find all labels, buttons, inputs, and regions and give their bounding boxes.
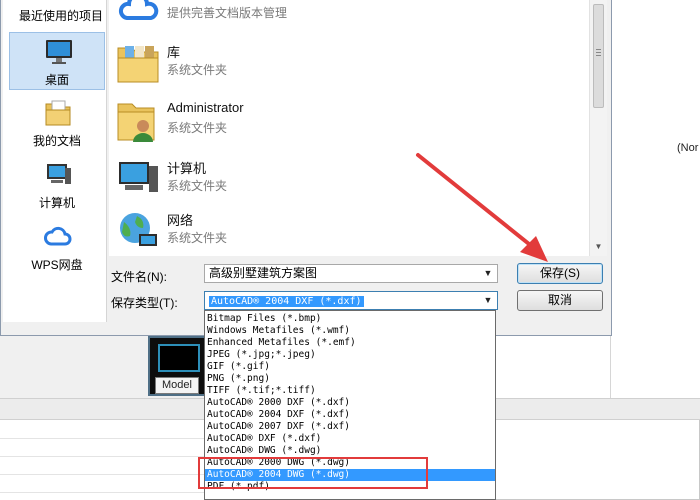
sidebar-item-documents[interactable]: 我的文档: [9, 94, 105, 152]
user-folder-icon: [115, 98, 161, 144]
highlight-box: [198, 457, 428, 489]
dropdown-option[interactable]: Enhanced Metafiles (*.emf): [205, 337, 495, 349]
command-area: [0, 420, 205, 500]
sidebar-item-wps-drive[interactable]: WPS网盘: [9, 218, 105, 276]
chevron-down-icon[interactable]: ▼: [481, 265, 495, 282]
cloud-sync-icon: [117, 0, 163, 23]
file-name: Administrator: [167, 100, 244, 115]
dropdown-option[interactable]: TIFF (*.tif;*.tiff): [205, 385, 495, 397]
sidebar-item-recent[interactable]: 最近使用的项目: [19, 7, 103, 24]
list-item[interactable]: 网络 系统文件夹: [109, 204, 589, 262]
list-item[interactable]: 计算机 系统文件夹: [109, 152, 589, 210]
sidebar-item-desktop[interactable]: 桌面: [9, 32, 105, 90]
dropdown-option[interactable]: Bitmap Files (*.bmp): [205, 313, 495, 325]
computer-icon: [115, 156, 161, 202]
desktop-icon: [44, 37, 74, 67]
dropdown-option[interactable]: PNG (*.png): [205, 373, 495, 385]
documents-icon: [43, 98, 73, 128]
dropdown-option[interactable]: AutoCAD® DWG (*.dwg): [205, 445, 495, 457]
sidebar-item-label: 桌面: [44, 73, 69, 87]
file-type: 系统文件夹: [167, 179, 228, 193]
library-folder-icon: [115, 40, 161, 86]
dropdown-option[interactable]: GIF (*.gif): [205, 361, 495, 373]
sidebar-item-label: WPS网盘: [31, 258, 83, 272]
dropdown-option[interactable]: JPEG (*.jpg;*.jpeg): [205, 349, 495, 361]
model-tab[interactable]: Model: [155, 377, 199, 394]
network-globe-icon: [115, 208, 161, 254]
filename-value: 高级别墅建筑方案图: [209, 266, 318, 280]
dropdown-option[interactable]: AutoCAD® DXF (*.dxf): [205, 433, 495, 445]
filetype-value: AutoCAD® 2004 DXF (*.dxf): [209, 296, 364, 307]
filetype-label: 保存类型(T):: [111, 296, 178, 310]
file-list-scrollbar[interactable]: ▼: [589, 0, 607, 256]
scrollbar-thumb[interactable]: [593, 4, 604, 108]
list-item[interactable]: 库 系统文件夹: [109, 36, 589, 94]
version-management-hint: 提供完善文档版本管理: [167, 6, 288, 20]
sidebar-item-computer[interactable]: 计算机: [9, 156, 105, 214]
file-type: 系统文件夹: [167, 63, 228, 77]
list-item[interactable]: Administrator 系统文件夹: [109, 94, 589, 152]
viewport-frame: [158, 344, 200, 372]
file-list[interactable]: 提供完善文档版本管理 库 系统文件夹 Administrator 系统文件夹 计…: [109, 0, 589, 256]
sidebar-item-label: 我的文档: [32, 134, 81, 148]
panel-partial-text: (Nor: [677, 142, 699, 154]
save-button[interactable]: 保存(S): [517, 263, 603, 284]
file-type: 系统文件夹: [167, 121, 228, 135]
computer-icon: [43, 160, 73, 190]
file-type: 系统文件夹: [167, 231, 228, 245]
sidebar-item-label: 计算机: [38, 196, 75, 210]
dropdown-option[interactable]: Windows Metafiles (*.wmf): [205, 325, 495, 337]
file-name: 网络: [167, 213, 194, 228]
filename-label: 文件名(N):: [111, 270, 167, 284]
places-sidebar: 最近使用的项目 桌面 我的文档 计算机 WPS网盘: [3, 0, 107, 322]
cancel-button[interactable]: 取消: [517, 290, 603, 311]
scroll-down-icon[interactable]: ▼: [590, 240, 607, 254]
properties-panel: (Nor: [610, 0, 700, 400]
dropdown-option[interactable]: AutoCAD® 2007 DXF (*.dxf): [205, 421, 495, 433]
dropdown-option[interactable]: AutoCAD® 2000 DXF (*.dxf): [205, 397, 495, 409]
dropdown-option[interactable]: AutoCAD® 2004 DXF (*.dxf): [205, 409, 495, 421]
file-name: 库: [167, 45, 181, 60]
cloud-drive-icon: [43, 222, 73, 252]
filename-field[interactable]: 高级别墅建筑方案图 ▼: [204, 264, 498, 283]
file-name: 计算机: [167, 161, 207, 176]
filetype-select[interactable]: AutoCAD® 2004 DXF (*.dxf) ▼: [204, 291, 498, 310]
save-dialog: 最近使用的项目 桌面 我的文档 计算机 WPS网盘 提供完善文档版本管理 库 系…: [0, 0, 612, 336]
chevron-down-icon[interactable]: ▼: [481, 292, 495, 309]
